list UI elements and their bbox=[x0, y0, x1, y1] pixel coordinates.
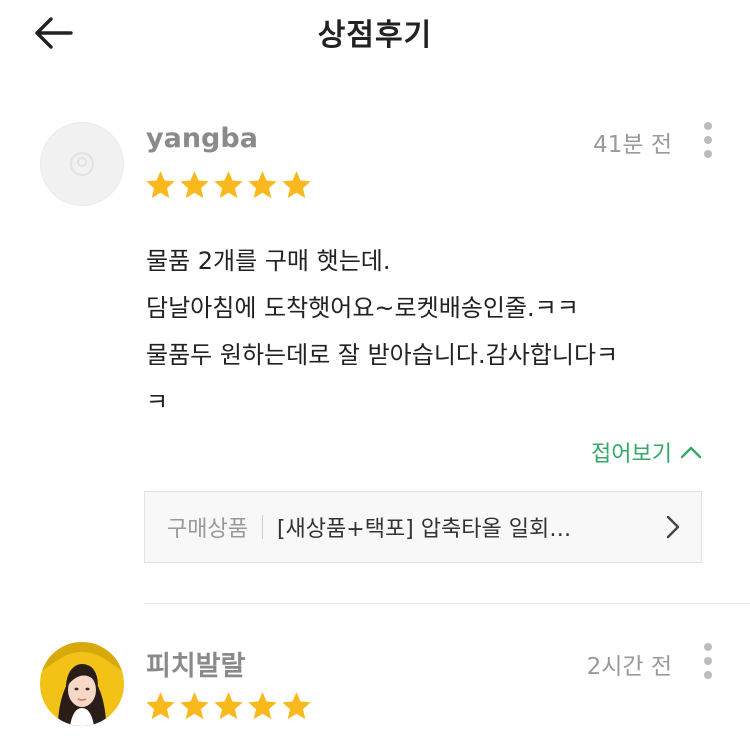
more-vertical-icon bbox=[704, 643, 712, 651]
page-title: 상점후기 bbox=[317, 18, 433, 53]
product-label: 구매상품 bbox=[167, 517, 248, 542]
chevron-up-icon bbox=[680, 446, 702, 459]
divider bbox=[261, 515, 263, 539]
star-icon bbox=[146, 692, 175, 720]
collapse-button[interactable]: 접어보기 bbox=[591, 436, 702, 468]
review-text: 물품 2개를 구매 햇는데. 담날아침에 도착햇어요~로켓배송인줄.ㅋㅋ 물품두… bbox=[146, 247, 619, 416]
reviewer-name[interactable]: yangba bbox=[146, 123, 258, 154]
more-options-button[interactable] bbox=[698, 122, 718, 158]
chevron-right-icon bbox=[666, 515, 680, 539]
star-icon bbox=[282, 692, 311, 720]
star-icon bbox=[214, 171, 243, 199]
avatar[interactable] bbox=[40, 122, 124, 206]
more-vertical-icon bbox=[704, 122, 712, 130]
star-icon bbox=[214, 692, 243, 720]
profile-photo bbox=[40, 642, 124, 726]
product-name: [새상품+택포] 압축타올 일회… bbox=[276, 517, 572, 542]
reviewer-name[interactable]: 피치발랄 bbox=[146, 644, 245, 683]
header: 상점후기 bbox=[0, 0, 750, 66]
default-avatar-icon bbox=[70, 152, 94, 176]
star-icon bbox=[282, 171, 311, 199]
collapse-label: 접어보기 bbox=[591, 442, 672, 467]
review-time: 41분 전 bbox=[593, 132, 672, 158]
star-icon bbox=[180, 171, 209, 199]
star-icon bbox=[180, 692, 209, 720]
purchased-product-link[interactable]: 구매상품 [새상품+택포] 압축타올 일회… bbox=[144, 491, 702, 563]
review-divider bbox=[144, 603, 750, 604]
star-rating bbox=[144, 169, 313, 202]
star-icon bbox=[146, 171, 175, 199]
star-rating bbox=[144, 690, 313, 723]
star-icon bbox=[248, 692, 277, 720]
star-icon bbox=[248, 171, 277, 199]
review-time: 2시간 전 bbox=[586, 654, 672, 680]
avatar[interactable] bbox=[40, 642, 124, 726]
more-options-button[interactable] bbox=[698, 643, 718, 679]
